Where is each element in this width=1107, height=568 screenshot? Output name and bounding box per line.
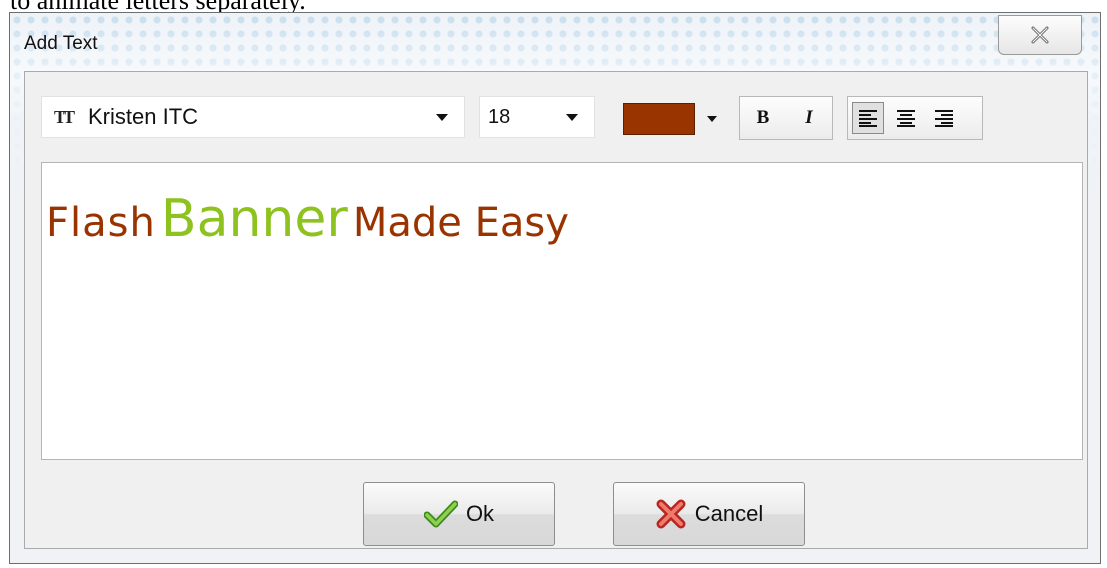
color-swatch[interactable] — [623, 103, 695, 135]
text-color-picker[interactable] — [623, 102, 733, 136]
cancel-button[interactable]: Cancel — [613, 482, 805, 546]
add-text-dialog: Add Text TT Kristen ITC 18 B I Flash Ban… — [9, 12, 1101, 564]
editor-content: Flash Banner Made Easy — [46, 189, 569, 249]
red-x-icon — [656, 499, 686, 529]
bold-button[interactable]: B — [748, 107, 778, 129]
ok-label: Ok — [465, 501, 495, 526]
chevron-down-icon[interactable] — [436, 113, 448, 121]
italic-button[interactable]: I — [794, 107, 824, 129]
chevron-down-icon[interactable] — [707, 116, 717, 122]
align-center-button[interactable] — [890, 102, 922, 134]
text-editor[interactable]: Flash Banner Made Easy — [41, 162, 1083, 460]
font-size-select[interactable]: 18 — [479, 96, 595, 138]
align-right-button[interactable] — [928, 102, 960, 134]
chevron-down-icon[interactable] — [566, 113, 578, 121]
cancel-label: Cancel — [694, 501, 764, 526]
font-family-select[interactable]: TT Kristen ITC — [41, 96, 465, 138]
align-left-button[interactable] — [852, 102, 884, 134]
align-center-icon — [897, 110, 915, 127]
dialog-title: Add Text — [24, 33, 98, 54]
text-style-group: B I — [739, 96, 833, 140]
align-right-icon — [935, 110, 953, 127]
close-icon — [1031, 26, 1049, 44]
font-size-value: 18 — [488, 105, 511, 128]
word-banner: Banner — [160, 189, 348, 249]
font-icon: TT — [54, 106, 75, 127]
word-made-easy: Made Easy — [352, 200, 569, 246]
align-left-icon — [859, 110, 877, 127]
dialog-client-area: TT Kristen ITC 18 B I Flash Banner Made … — [24, 71, 1088, 549]
close-button[interactable] — [998, 15, 1082, 55]
alignment-group — [847, 96, 983, 140]
word-flash: Flash — [46, 200, 156, 246]
font-family-value: Kristen ITC — [88, 104, 199, 129]
checkmark-icon — [423, 500, 458, 528]
ok-button[interactable]: Ok — [363, 482, 555, 546]
